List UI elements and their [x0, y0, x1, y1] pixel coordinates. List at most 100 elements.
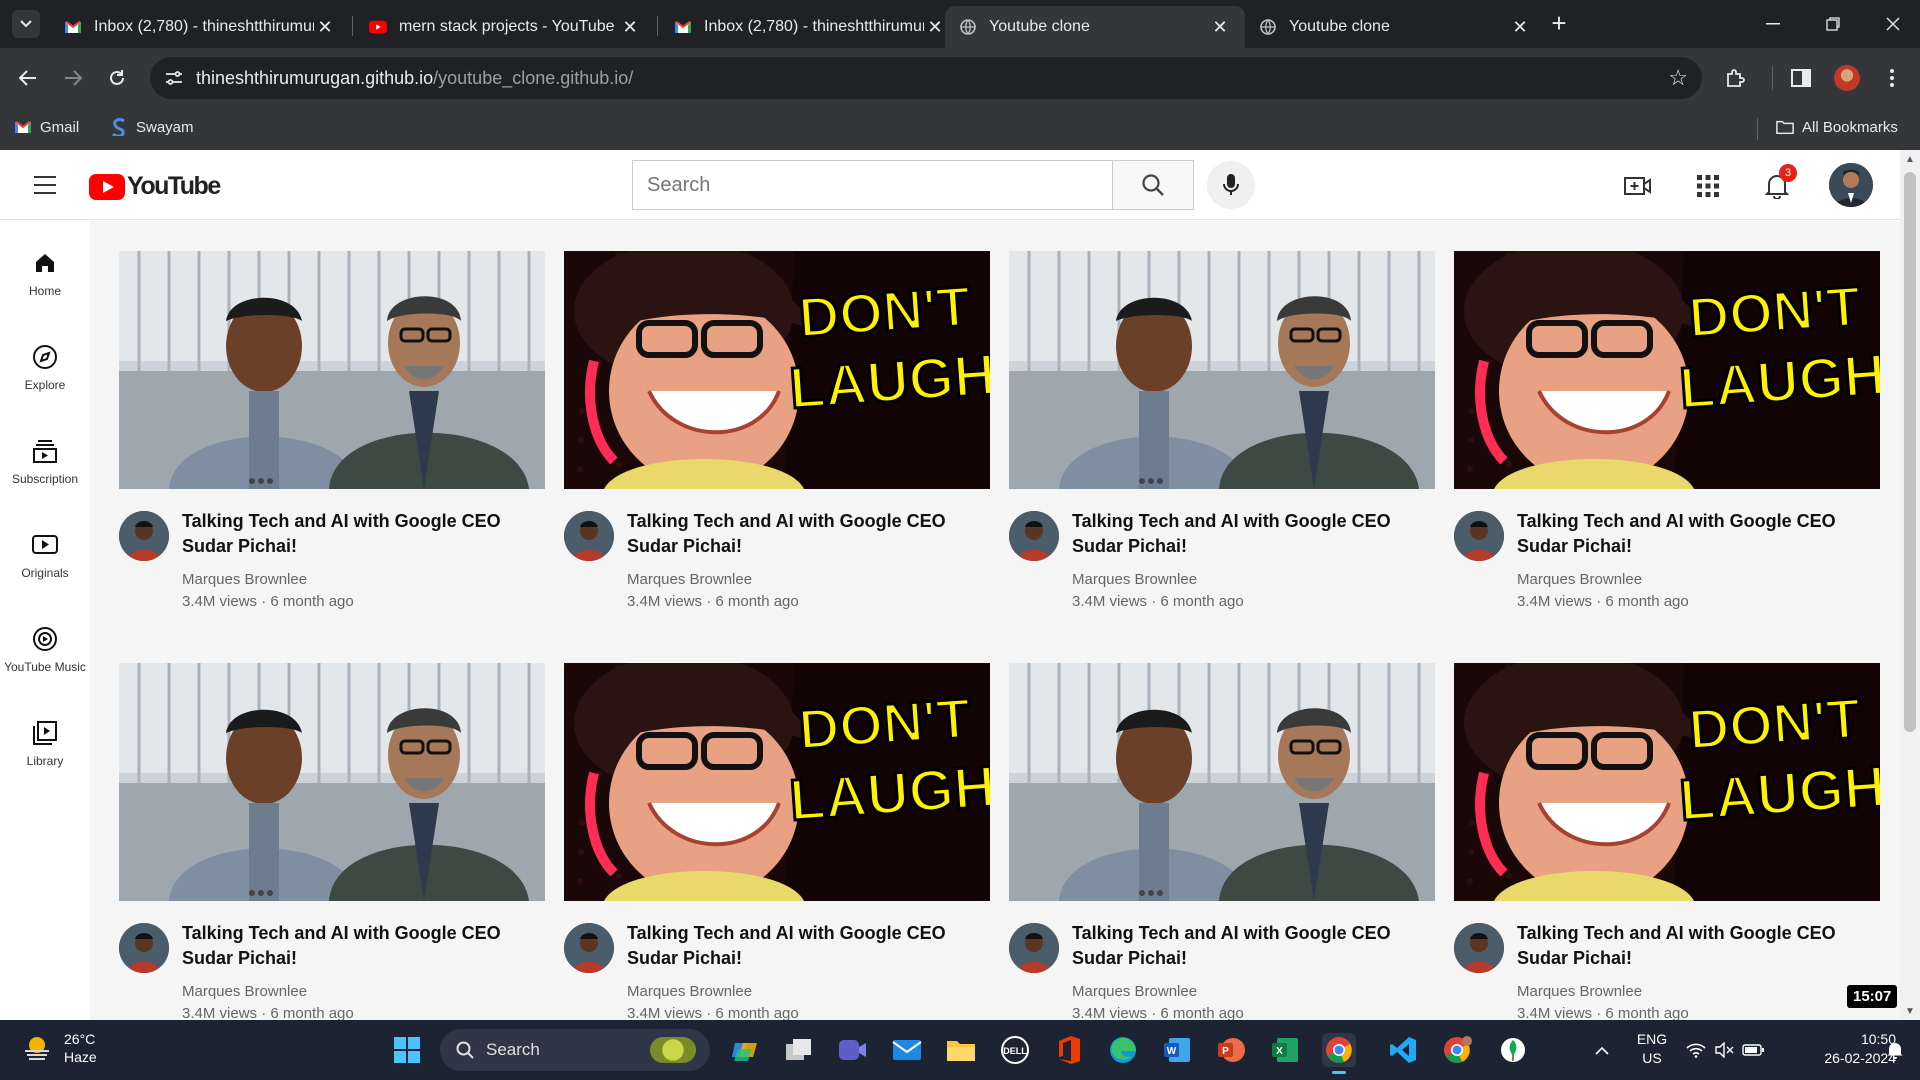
- apps-button[interactable]: [1692, 170, 1724, 202]
- sidebar-item-library[interactable]: Library: [0, 718, 90, 768]
- channel-name[interactable]: Marques Brownlee: [1517, 571, 1642, 588]
- video-thumbnail[interactable]: DON'T LAUGH: [564, 663, 990, 901]
- sidebar-item-subscription[interactable]: Subscription: [0, 436, 90, 486]
- video-title[interactable]: Talking Tech and AI with Google CEO Suda…: [627, 921, 992, 971]
- address-bar[interactable]: thineshthirumurugan.github.io/youtube_cl…: [150, 57, 1702, 99]
- voice-search-button[interactable]: [1207, 161, 1255, 209]
- taskbar-vscode[interactable]: [1386, 1033, 1420, 1067]
- video-card[interactable]: Talking Tech and AI with Google CEO Suda…: [1009, 663, 1435, 1020]
- browser-tab-youtube[interactable]: mern stack projects - YouTube ✕: [355, 6, 655, 48]
- taskbar-mongodb[interactable]: [1496, 1033, 1530, 1067]
- video-thumbnail[interactable]: DON'T LAUGH: [1454, 663, 1880, 901]
- taskbar-mail[interactable]: [890, 1033, 924, 1067]
- video-card[interactable]: DON'T LAUGH Talking Tech and AI with Goo…: [564, 663, 990, 1020]
- video-title[interactable]: Talking Tech and AI with Google CEO Suda…: [182, 509, 547, 559]
- channel-avatar[interactable]: [1009, 511, 1059, 561]
- taskbar-search[interactable]: Search: [440, 1029, 710, 1071]
- user-avatar[interactable]: [1829, 163, 1873, 207]
- sidebar-item-originals[interactable]: Originals: [0, 530, 90, 580]
- sidebar-item-youtube-music[interactable]: YouTube Music: [0, 624, 90, 674]
- taskbar-excel[interactable]: X: [1268, 1033, 1302, 1067]
- channel-avatar[interactable]: [119, 923, 169, 973]
- search-input[interactable]: [647, 173, 1114, 197]
- video-thumbnail[interactable]: [1009, 663, 1435, 901]
- close-icon[interactable]: ✕: [314, 17, 336, 38]
- taskbar-dell[interactable]: DELL: [998, 1033, 1032, 1067]
- video-card[interactable]: Talking Tech and AI with Google CEO Suda…: [1009, 251, 1435, 639]
- taskbar-chrome-active[interactable]: [1322, 1033, 1356, 1074]
- close-icon[interactable]: ✕: [619, 17, 641, 38]
- video-title[interactable]: Talking Tech and AI with Google CEO Suda…: [1517, 509, 1882, 559]
- channel-avatar[interactable]: [1009, 923, 1059, 973]
- video-title[interactable]: Talking Tech and AI with Google CEO Suda…: [627, 509, 992, 559]
- browser-tab-gmail-2[interactable]: Inbox (2,780) - thineshtthirumurugan ✕: [660, 6, 960, 48]
- channel-avatar[interactable]: [564, 923, 614, 973]
- video-card[interactable]: DON'T LAUGH Talking Tech and AI with Goo…: [1454, 251, 1880, 639]
- browser-tab-gmail-1[interactable]: Inbox (2,780) - thineshtthirumurugan ✕: [50, 6, 350, 48]
- video-thumbnail[interactable]: [119, 663, 545, 901]
- search-button[interactable]: [1112, 160, 1194, 210]
- taskbar-edge[interactable]: [1106, 1033, 1140, 1067]
- scroll-up-arrow-icon[interactable]: ▲: [1905, 154, 1915, 165]
- scroll-down-arrow-icon[interactable]: ▼: [1905, 1006, 1915, 1017]
- channel-avatar[interactable]: [119, 511, 169, 561]
- channel-name[interactable]: Marques Brownlee: [627, 571, 752, 588]
- start-button[interactable]: [390, 1033, 424, 1067]
- bookmark-swayam[interactable]: Swayam: [110, 118, 194, 136]
- taskbar-office[interactable]: [1052, 1033, 1086, 1067]
- create-video-button[interactable]: [1622, 170, 1654, 202]
- channel-avatar[interactable]: [1454, 511, 1504, 561]
- video-thumbnail[interactable]: [119, 251, 545, 489]
- browser-tab-youtube-clone[interactable]: Youtube clone ✕: [1245, 6, 1545, 48]
- taskbar-file-explorer[interactable]: [944, 1033, 978, 1067]
- channel-avatar[interactable]: [1454, 923, 1504, 973]
- video-card[interactable]: Talking Tech and AI with Google CEO Suda…: [119, 663, 545, 1020]
- video-thumbnail[interactable]: DON'T LAUGH: [1454, 251, 1880, 489]
- weather-widget[interactable]: 26°C Haze: [22, 1030, 97, 1066]
- channel-name[interactable]: Marques Brownlee: [182, 983, 307, 1000]
- notifications-button[interactable]: 3: [1761, 164, 1797, 202]
- chrome-menu-button[interactable]: [1876, 62, 1908, 94]
- close-icon[interactable]: ✕: [1509, 17, 1531, 38]
- all-bookmarks-button[interactable]: All Bookmarks: [1776, 118, 1898, 136]
- channel-avatar[interactable]: [564, 511, 614, 561]
- scroll-thumb[interactable]: [1904, 172, 1916, 732]
- sidebar-item-explore[interactable]: Explore: [0, 342, 90, 392]
- video-card[interactable]: DON'T LAUGH Talking Tech and AI with Goo…: [1454, 663, 1880, 1020]
- channel-name[interactable]: Marques Brownlee: [1517, 983, 1642, 1000]
- back-button[interactable]: [12, 62, 44, 94]
- channel-name[interactable]: Marques Brownlee: [1072, 571, 1197, 588]
- video-thumbnail[interactable]: [1009, 251, 1435, 489]
- close-icon[interactable]: ✕: [924, 17, 946, 38]
- browser-tab-youtube-clone-active[interactable]: Youtube clone ✕: [945, 6, 1245, 48]
- video-card[interactable]: DON'T LAUGH Talking Tech and AI with Goo…: [564, 251, 990, 639]
- video-title[interactable]: Talking Tech and AI with Google CEO Suda…: [182, 921, 547, 971]
- close-icon[interactable]: ✕: [1209, 17, 1231, 38]
- youtube-logo[interactable]: YouTube: [89, 172, 221, 201]
- channel-name[interactable]: Marques Brownlee: [182, 571, 307, 588]
- menu-icon[interactable]: [34, 176, 56, 194]
- taskbar-task-view[interactable]: [782, 1033, 816, 1067]
- notification-center-button[interactable]: [1880, 1033, 1910, 1067]
- sidebar-item-home[interactable]: Home: [0, 248, 90, 298]
- page-scrollbar[interactable]: ▲ ▼: [1900, 150, 1920, 1020]
- taskbar-meet[interactable]: [836, 1033, 870, 1067]
- profile-button[interactable]: [1831, 62, 1863, 94]
- site-info-icon[interactable]: [164, 68, 184, 88]
- taskbar-word[interactable]: W: [1160, 1033, 1194, 1067]
- video-thumbnail[interactable]: DON'T LAUGH: [564, 251, 990, 489]
- taskbar-copilot[interactable]: [728, 1033, 762, 1067]
- minimize-button[interactable]: [1753, 8, 1793, 40]
- search-field[interactable]: [632, 160, 1114, 210]
- video-title[interactable]: Talking Tech and AI with Google CEO Suda…: [1072, 921, 1437, 971]
- bookmark-gmail[interactable]: Gmail: [14, 118, 79, 136]
- channel-name[interactable]: Marques Brownlee: [1072, 983, 1197, 1000]
- show-hidden-icons-button[interactable]: [1585, 1033, 1619, 1067]
- new-tab-button[interactable]: +: [1545, 10, 1573, 38]
- video-card[interactable]: Talking Tech and AI with Google CEO Suda…: [119, 251, 545, 639]
- taskbar-powerpoint[interactable]: P: [1214, 1033, 1248, 1067]
- quick-settings-button[interactable]: [1680, 1033, 1770, 1067]
- video-title[interactable]: Talking Tech and AI with Google CEO Suda…: [1517, 921, 1882, 971]
- reload-button[interactable]: [101, 62, 133, 94]
- channel-name[interactable]: Marques Brownlee: [627, 983, 752, 1000]
